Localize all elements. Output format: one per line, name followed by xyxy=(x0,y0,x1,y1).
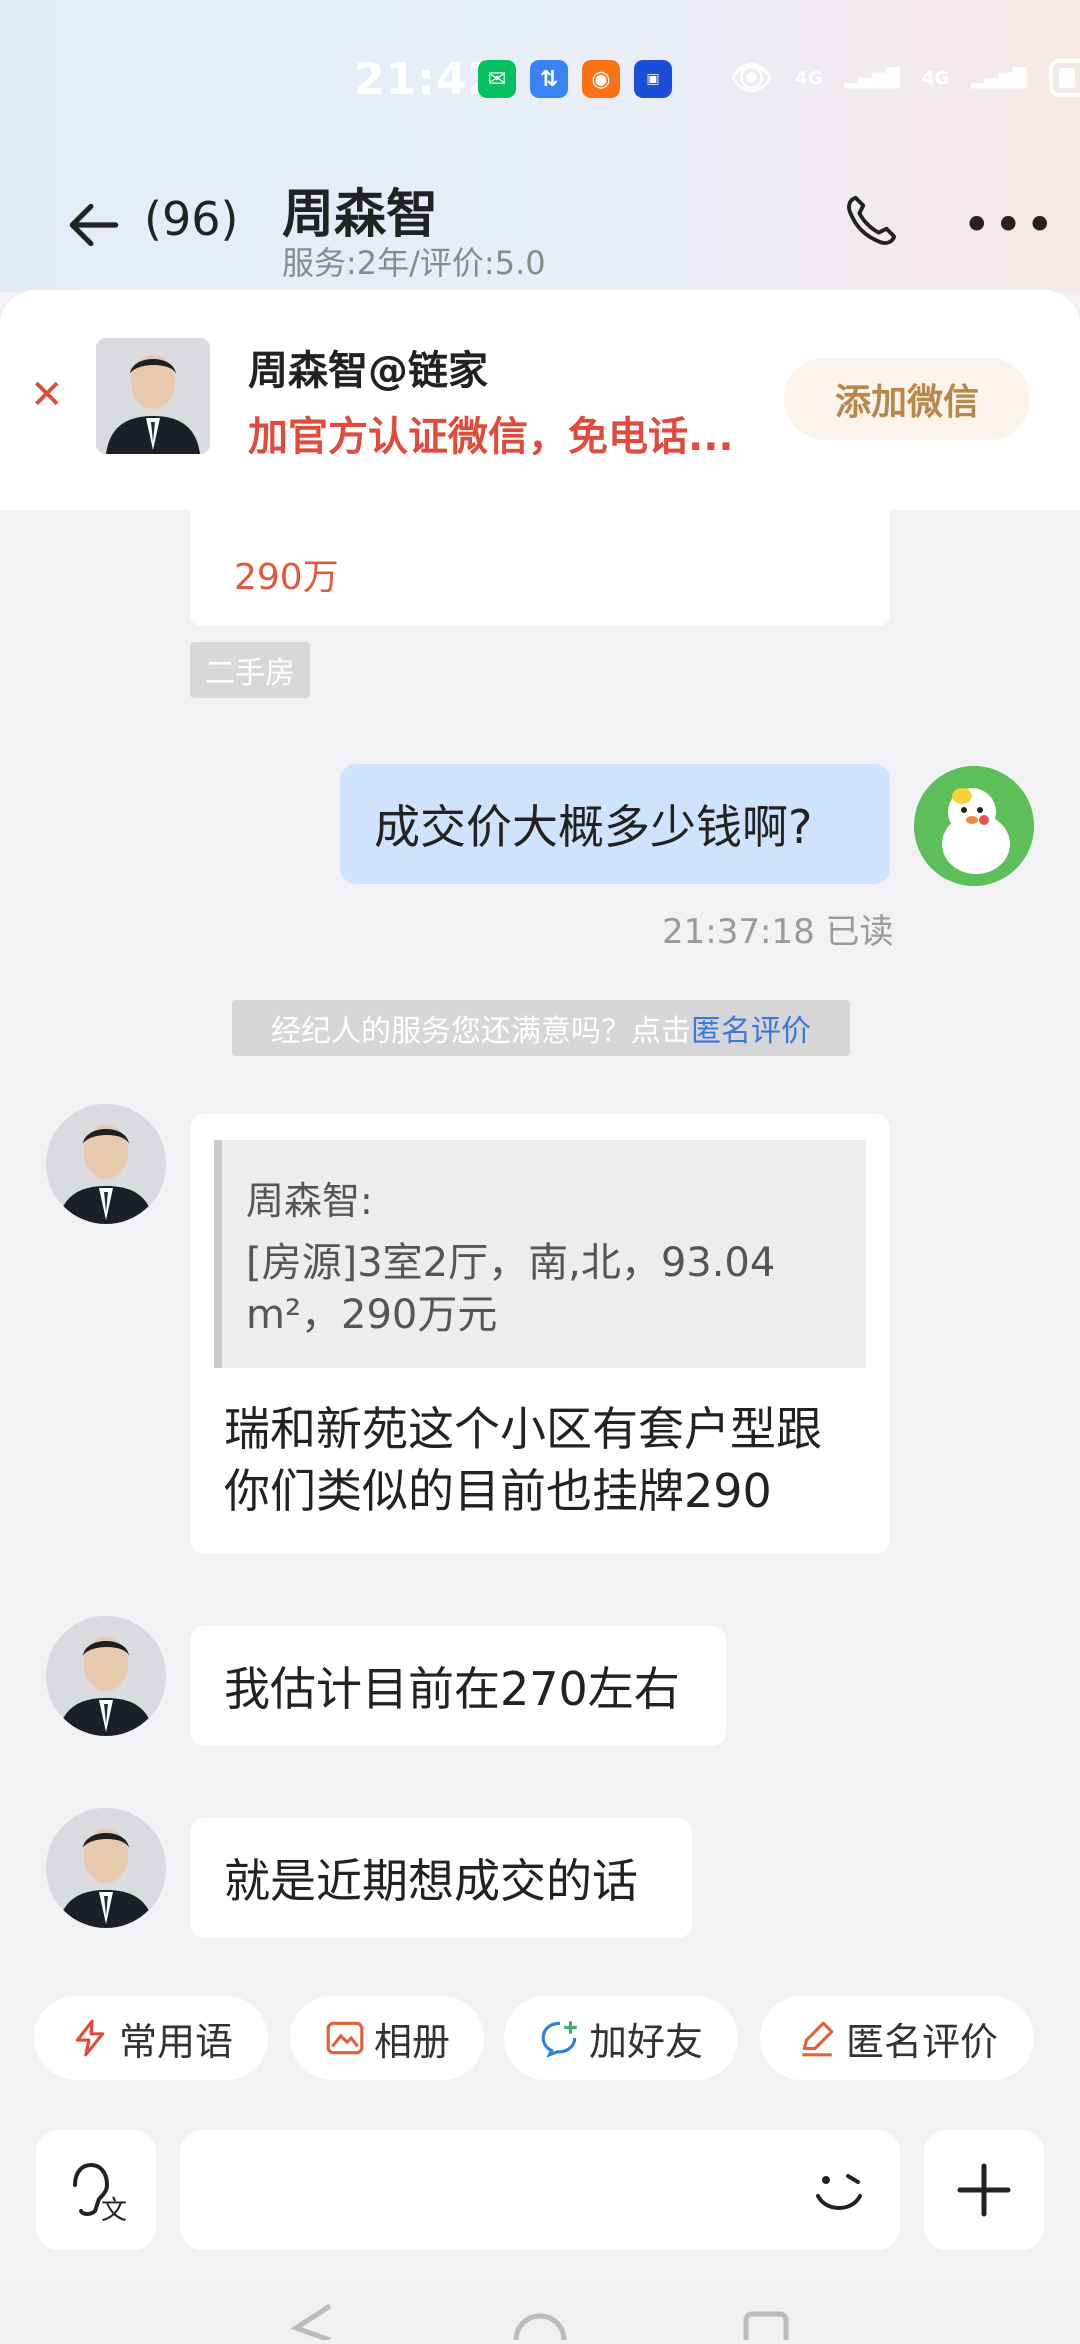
data-sync-icon: ⇅ xyxy=(530,60,568,98)
lightning-icon xyxy=(75,2019,105,2057)
app-icon: ◉ xyxy=(582,60,620,98)
chip-label: 加好友 xyxy=(588,2019,703,2064)
unread-count[interactable]: (96) xyxy=(144,192,238,246)
agent-avatar[interactable] xyxy=(46,1104,166,1224)
anonymous-review-button[interactable]: 匿名评价 xyxy=(760,1996,1034,2080)
chip-label: 常用语 xyxy=(118,2019,233,2064)
emoji-icon[interactable] xyxy=(808,2166,870,2218)
eye-icon: 👁 xyxy=(730,58,774,98)
house-card-price: 290万 xyxy=(234,557,339,598)
agent-message-bubble[interactable]: 就是近期想成交的话 xyxy=(190,1818,692,1938)
autohome-icon: ▣ xyxy=(634,60,672,98)
reply-text: 瑞和新苑这个小区有套户型跟你们类似的目前也挂牌290 xyxy=(224,1402,822,1518)
plus-icon xyxy=(957,2163,1011,2217)
chat-title: 周森智 xyxy=(282,185,439,245)
signal-1: 4G xyxy=(795,67,823,89)
system-note-text: 经纪人的服务您还满意吗？点击 xyxy=(271,1014,691,1049)
edit-icon xyxy=(802,2021,834,2057)
add-friend-button[interactable]: 加好友 xyxy=(504,1996,738,2080)
system-review-note: 经纪人的服务您还满意吗？点击 匿名评价 xyxy=(232,1000,850,1056)
back-arrow-icon[interactable] xyxy=(64,194,126,256)
voice-text-icon: 文 xyxy=(73,2162,127,2225)
chip-label: 相册 xyxy=(373,2019,450,2064)
signal-bars-icon-2: ▂▄▆█ xyxy=(971,67,1027,89)
add-wechat-button[interactable]: 添加微信 xyxy=(784,358,1030,440)
message-input[interactable] xyxy=(180,2130,900,2250)
more-options-icon[interactable]: ••• xyxy=(962,196,1056,254)
chip-label: 匿名评价 xyxy=(845,2019,998,2064)
photo-icon xyxy=(326,2021,364,2055)
message-timestamp: 21:37:18 已读 xyxy=(662,912,894,952)
quote-text: [房源]3室2厅，南,北，93.04 m²，290万元 xyxy=(246,1240,776,1338)
svg-text:文: 文 xyxy=(101,2196,127,2225)
my-message-bubble[interactable]: 成交价大概多少钱啊? xyxy=(340,764,890,884)
quote-author: 周森智: xyxy=(246,1179,373,1223)
status-right: 👁 4G ▂▄▆█ 4G ▂▄▆█ xyxy=(730,58,1080,98)
nav-buttons xyxy=(290,2303,789,2344)
quoted-message[interactable]: 周森智: [房源]3室2厅，南,北，93.04 m²，290万元 xyxy=(214,1140,866,1368)
agent-avatar[interactable] xyxy=(46,1808,166,1928)
agent-message-bubble[interactable]: 我估计目前在270左右 xyxy=(190,1626,726,1746)
signal-bars-icon: ▂▄▆█ xyxy=(844,67,900,89)
promo-description: 加官方认证微信，免电话... xyxy=(248,414,734,460)
common-phrases-button[interactable]: 常用语 xyxy=(34,1996,268,2080)
add-friend-icon xyxy=(541,2021,577,2058)
wechat-icon: ✉ xyxy=(478,60,516,98)
chat-subtitle: 服务:2年/评价:5.0 xyxy=(282,244,546,282)
close-icon[interactable]: ✕ xyxy=(30,372,64,418)
agent-avatar xyxy=(96,338,210,454)
agent-avatar[interactable] xyxy=(46,1616,166,1736)
anonymous-review-link[interactable]: 匿名评价 xyxy=(691,1006,811,1050)
phone-icon[interactable] xyxy=(842,192,900,250)
voice-to-text-button[interactable]: 文 xyxy=(36,2130,156,2250)
promo-title: 周森智@链家 xyxy=(248,348,488,394)
system-nav-bar xyxy=(0,2280,1080,2344)
battery-icon xyxy=(1048,59,1080,97)
more-actions-button[interactable] xyxy=(924,2130,1044,2250)
album-button[interactable]: 相册 xyxy=(290,1996,484,2080)
my-avatar[interactable] xyxy=(914,766,1034,886)
signal-2: 4G xyxy=(921,67,950,89)
house-type-tag: 二手房 xyxy=(190,642,310,698)
